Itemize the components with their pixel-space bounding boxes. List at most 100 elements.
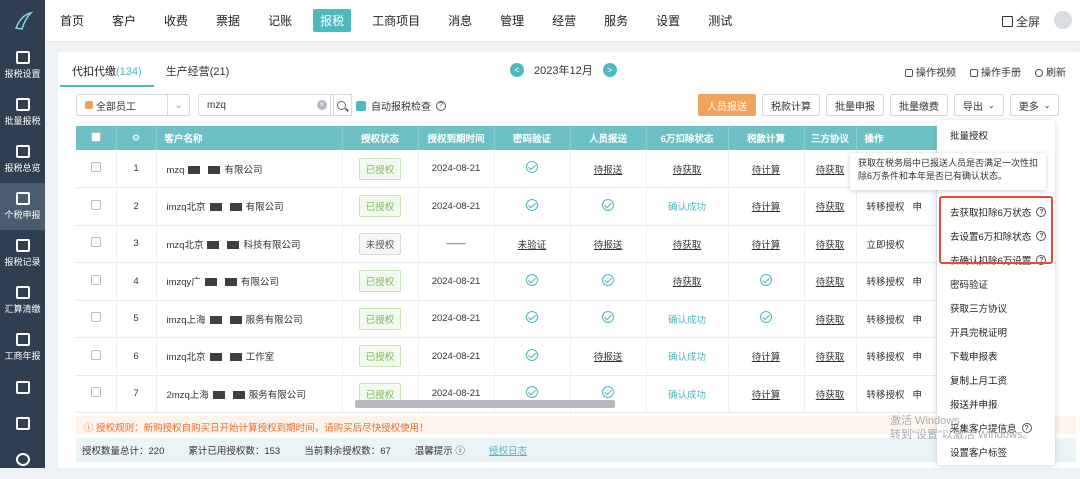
- scrollbar-thumb[interactable]: [355, 400, 615, 408]
- row-checkbox[interactable]: [90, 349, 101, 360]
- avatar[interactable]: [1054, 11, 1072, 29]
- tax-calc-link[interactable]: 待计算: [752, 202, 781, 213]
- batch-declare-button[interactable]: 批量申报: [826, 94, 884, 116]
- menu-item-copy-last-month-salary[interactable]: 复制上月工资: [937, 368, 1055, 392]
- menu-item-password-verify[interactable]: 密码验证: [937, 272, 1055, 296]
- report-staff-button[interactable]: 人员报送: [698, 94, 756, 116]
- nav-tax[interactable]: 报税: [313, 9, 352, 32]
- calc-tax-button[interactable]: 税款计算: [762, 94, 820, 116]
- nav-test[interactable]: 测试: [701, 9, 739, 32]
- nav-home[interactable]: 首页: [53, 9, 91, 32]
- staff-report-link[interactable]: 待报送: [594, 165, 623, 176]
- operation-video-link[interactable]: 操作视频: [905, 64, 956, 79]
- clear-icon[interactable]: ×: [317, 100, 327, 110]
- search-button[interactable]: [330, 94, 352, 116]
- third-party-link[interactable]: 待获取: [816, 315, 845, 326]
- staff-report-link[interactable]: 待报送: [594, 240, 623, 251]
- sidebar-item-support[interactable]: [0, 443, 45, 479]
- nav-invoices[interactable]: 票据: [209, 9, 247, 32]
- table-row[interactable]: 4 imzqy广 有限公司 已授权 2024-08-21 待获取 待获取 转移授权 申: [76, 262, 937, 301]
- row-checkbox[interactable]: [90, 237, 101, 248]
- prev-month-button[interactable]: <: [510, 63, 524, 77]
- sidebar-item-annual-settlement[interactable]: 汇算清缴: [0, 277, 45, 324]
- third-party-link[interactable]: 待获取: [816, 277, 845, 288]
- nav-operations[interactable]: 经营: [545, 9, 583, 32]
- auto-check-option[interactable]: 自动报税检查?: [356, 98, 446, 113]
- row-declare-button[interactable]: 申: [912, 315, 922, 326]
- fullscreen-button[interactable]: 全屏: [1001, 13, 1040, 30]
- third-party-link[interactable]: 待获取: [816, 352, 845, 363]
- nav-business-projects[interactable]: 工商项目: [365, 9, 427, 32]
- sidebar-item-tax-overview[interactable]: 报税总览: [0, 136, 45, 183]
- table-row[interactable]: 5 imzq上海 服务有限公司 已授权 2024-08-21 确认成功 待获取 转移授权 申: [76, 300, 937, 338]
- header-auth-status[interactable]: 授权状态: [342, 126, 419, 150]
- row-checkbox[interactable]: [90, 199, 101, 210]
- menu-item-get-third-party-agreement[interactable]: 获取三方协议: [937, 296, 1055, 320]
- row-action-button[interactable]: 立即授权: [867, 240, 905, 251]
- deduction-status-link[interactable]: 待获取: [673, 277, 702, 288]
- tax-calc-link[interactable]: 待计算: [752, 165, 781, 176]
- menu-item-tax-certificate[interactable]: 开具完税证明: [937, 320, 1055, 344]
- export-button[interactable]: 导出 ⌄: [954, 94, 1004, 116]
- tax-calc-link[interactable]: 待计算: [752, 352, 781, 363]
- sidebar-item-tax-records[interactable]: 报税记录: [0, 230, 45, 277]
- nav-services[interactable]: 服务: [597, 9, 635, 32]
- header-password-verify[interactable]: 密码验证: [494, 126, 571, 150]
- nav-settings[interactable]: 设置: [649, 9, 687, 32]
- tax-calc-link[interactable]: 待计算: [752, 240, 781, 251]
- nav-management[interactable]: 管理: [493, 9, 531, 32]
- menu-item-batch-auth[interactable]: 批量授权: [937, 123, 1055, 147]
- menu-item-report-and-declare[interactable]: 报送并申报: [937, 392, 1055, 416]
- row-action-button[interactable]: 转移授权: [867, 277, 905, 288]
- tab-withholding[interactable]: 代扣代缴(134): [60, 57, 154, 87]
- sidebar-item-annual-report[interactable]: 工商年报: [0, 324, 45, 371]
- row-declare-button[interactable]: 申: [912, 277, 922, 288]
- warm-tip[interactable]: 温馨提示 ⓘ: [415, 443, 465, 457]
- row-checkbox[interactable]: [90, 387, 101, 398]
- row-checkbox[interactable]: [90, 162, 101, 172]
- more-button[interactable]: 更多 ⌄: [1009, 94, 1060, 116]
- row-declare-button[interactable]: 申: [912, 202, 922, 213]
- row-action-button[interactable]: 转移授权: [867, 352, 905, 363]
- batch-pay-button[interactable]: 批量缴费: [890, 94, 948, 116]
- row-declare-button[interactable]: 申: [912, 352, 922, 363]
- row-checkbox[interactable]: [90, 274, 101, 285]
- search-input[interactable]: mzq ×: [198, 94, 334, 116]
- sidebar-item-batch-tax[interactable]: 批量报税: [0, 89, 45, 136]
- header-deduction-status[interactable]: 6万扣除状态: [646, 126, 729, 150]
- select-all-checkbox[interactable]: [90, 131, 101, 142]
- next-month-button[interactable]: >: [602, 63, 617, 77]
- tab-production-business[interactable]: 生产经营(21): [154, 57, 242, 87]
- third-party-link[interactable]: 待获取: [816, 202, 845, 213]
- row-action-button[interactable]: 转移授权: [867, 315, 905, 326]
- header-third-party[interactable]: 三方协议: [804, 126, 857, 150]
- menu-item-download-declaration[interactable]: 下载申报表: [937, 344, 1055, 368]
- table-row[interactable]: 3 mzq北京 科技有限公司 未授权 —— 未验证 待报送 待获取 待计算 待获取 立即授权: [76, 225, 937, 263]
- refresh-link[interactable]: 刷新: [1035, 64, 1066, 79]
- table-row[interactable]: 6 imzq北京 工作室 已授权 2024-08-21 待报送 确认成功 待计算 待获取 转移授权…: [76, 337, 937, 376]
- sidebar-item-tax-settings[interactable]: 报税设置: [0, 42, 45, 89]
- sidebar-item-terminal[interactable]: [0, 371, 45, 407]
- gear-icon[interactable]: ⚙: [132, 133, 141, 144]
- sidebar-item-personal-tax[interactable]: 个税申报: [0, 183, 45, 230]
- operation-manual-link[interactable]: 操作手册: [970, 64, 1021, 79]
- table-row[interactable]: 1 mzq 有限公司 已授权 2024-08-21 待报送 待获取 待计算 待获取: [76, 150, 937, 188]
- row-action-button[interactable]: 转移授权: [867, 202, 905, 213]
- help-icon[interactable]: ?: [436, 100, 446, 111]
- third-party-link[interactable]: 待获取: [816, 240, 845, 251]
- auth-log-link[interactable]: 授权日志: [489, 443, 527, 457]
- nav-fees[interactable]: 收费: [157, 9, 195, 32]
- nav-customers[interactable]: 客户: [105, 9, 143, 32]
- deduction-status-link[interactable]: 待获取: [673, 165, 702, 176]
- nav-bookkeeping[interactable]: 记账: [261, 9, 299, 32]
- header-staff-report[interactable]: 人员报送: [570, 126, 647, 150]
- staff-report-link[interactable]: 待报送: [594, 352, 623, 363]
- staff-select[interactable]: 全部员工 ⌄: [76, 94, 190, 116]
- row-checkbox[interactable]: [90, 312, 101, 323]
- sidebar-item-download[interactable]: [0, 407, 45, 443]
- nav-messages[interactable]: 消息: [441, 9, 479, 32]
- deduction-status-link[interactable]: 待获取: [673, 240, 702, 251]
- table-row[interactable]: 2 imzq北京 有限公司 已授权 2024-08-21 确认成功 待计算 待获取 转移授权 申: [76, 187, 937, 226]
- auto-check-checkbox[interactable]: [356, 100, 366, 111]
- header-tax-calc[interactable]: 税款计算: [728, 126, 805, 150]
